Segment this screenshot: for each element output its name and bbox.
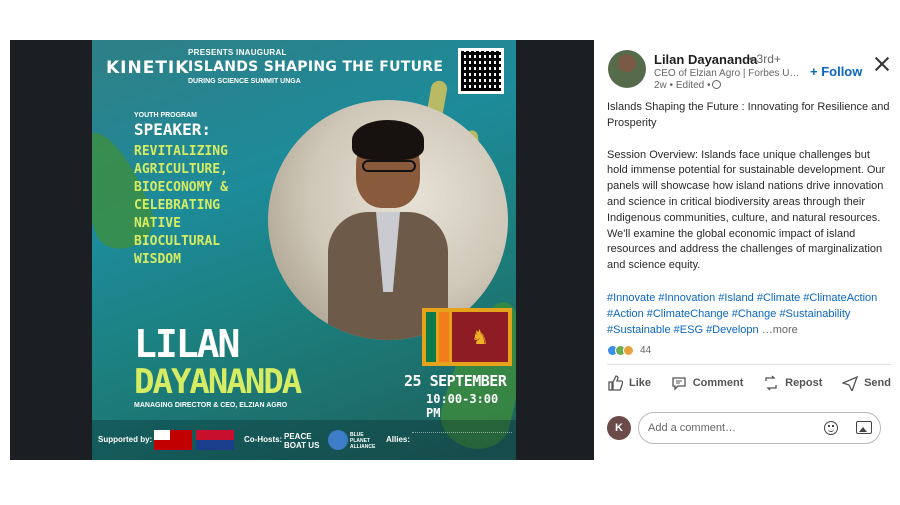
repost-label: Repost <box>785 377 823 389</box>
tonga-flag <box>154 430 192 450</box>
globe-icon <box>712 80 722 89</box>
post-body: Islands Shaping the Future : Innovating … <box>607 100 891 290</box>
comment-label: Comment <box>692 377 744 389</box>
emoji-icon[interactable] <box>824 421 838 435</box>
commenter-avatar: K <box>607 416 631 440</box>
post-meta: 2w • Edited • <box>654 80 722 91</box>
post-title-text: Islands Shaping the Future : Innovating … <box>607 101 890 129</box>
author-name[interactable]: Lilan Dayananda <box>654 52 757 67</box>
reaction-summary[interactable]: 44 <box>607 345 651 356</box>
divider <box>607 364 891 365</box>
repost-icon <box>765 375 777 391</box>
speaker-photo <box>268 100 508 340</box>
like-button[interactable]: Like <box>607 375 651 391</box>
author-avatar[interactable] <box>608 50 646 88</box>
image-icon[interactable] <box>856 421 872 434</box>
youth-program-label: YOUTH PROGRAM <box>134 112 197 119</box>
repost-button[interactable]: Repost <box>763 375 822 391</box>
ally-logos <box>412 432 512 450</box>
blue-planet-logo <box>328 430 348 450</box>
speaker-last-name: DAYANANDA <box>134 362 302 402</box>
post-overview-text: Session Overview: Islands face unique ch… <box>607 148 886 272</box>
post-actions: Like Comment Repost Send <box>607 375 891 391</box>
send-icon <box>842 375 859 391</box>
post-side-panel: Lilan Dayananda • 3rd+ CEO of Elzian Agr… <box>596 40 900 460</box>
blue-planet-text: BLUE PLANET ALLIANCE <box>350 432 376 450</box>
brand-logo: KINETIK <box>106 58 190 78</box>
event-poster: KINETIK PRESENTS INAUGURAL ISLANDS SHAPI… <box>92 40 516 460</box>
allies-label: Allies: <box>386 435 411 444</box>
event-title: ISLANDS SHAPING THE FUTURE <box>188 59 444 75</box>
send-label: Send <box>864 377 891 389</box>
author-headline: CEO of Elzian Agro | Forbes Under 30 <box>654 68 804 79</box>
follow-button[interactable]: + Follow <box>810 64 862 79</box>
presents-label: PRESENTS INAUGURAL <box>188 48 287 57</box>
peace-boat-logo: PEACE BOAT US <box>284 432 320 450</box>
event-date: 25 SEPTEMBER <box>404 372 507 390</box>
co-hosts-label: Co-Hosts: <box>244 435 283 444</box>
send-button[interactable]: Send <box>842 375 891 391</box>
support-reaction-icon <box>623 345 634 356</box>
reaction-count: 44 <box>640 345 652 356</box>
see-more-link[interactable]: …more <box>762 324 798 336</box>
sri-lanka-flag: ♞ <box>422 308 512 366</box>
qr-code <box>458 48 504 94</box>
like-label: Like <box>629 377 652 389</box>
speaker-first-name: LILAN <box>134 322 240 366</box>
talk-topic: REVITALIZING AGRICULTURE, BIOECONOMY & C… <box>134 144 228 267</box>
kiribati-flag <box>196 430 234 450</box>
comment-button[interactable]: Comment <box>671 375 744 391</box>
event-subtitle: DURING SCIENCE SUMMIT UNGA <box>188 78 301 85</box>
speaker-label: SPEAKER: <box>134 120 212 139</box>
thumbs-up-icon <box>608 375 623 391</box>
supported-by-label: Supported by: <box>98 435 153 444</box>
speaker-role: MANAGING DIRECTOR & CEO, ELZIAN AGRO <box>134 402 288 409</box>
comment-icon <box>672 377 686 391</box>
post-hashtags[interactable]: #Innovate #Innovation #Island #Climate #… <box>607 291 891 338</box>
connection-degree: • 3rd+ <box>749 52 781 66</box>
post-media: KINETIK PRESENTS INAUGURAL ISLANDS SHAPI… <box>10 40 594 460</box>
event-time: 10:00-3:00 PM <box>426 392 499 420</box>
comment-input[interactable]: Add a comment… <box>638 412 881 444</box>
close-icon[interactable] <box>874 56 890 72</box>
